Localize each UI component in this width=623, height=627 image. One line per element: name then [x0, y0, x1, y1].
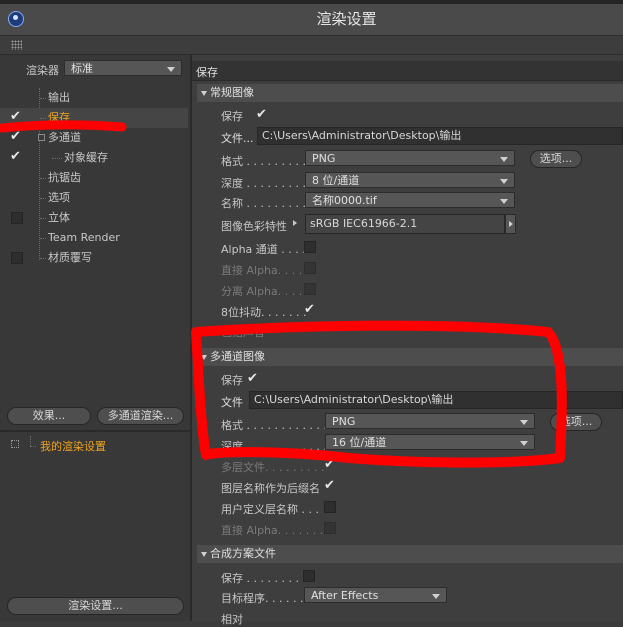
red-underline-stroke [0, 120, 127, 133]
red-annotation [0, 120, 567, 468]
red-circle-stroke [191, 320, 567, 468]
